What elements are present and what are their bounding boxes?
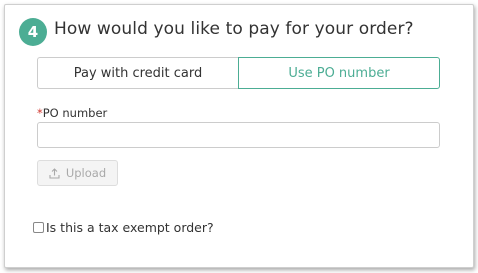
use-po-number-button[interactable]: Use PO number — [238, 57, 440, 89]
upload-button-label: Upload — [65, 166, 107, 180]
tax-exempt-label[interactable]: Is this a tax exempt order? — [46, 220, 214, 235]
upload-icon — [49, 167, 60, 179]
step-number-badge: 4 — [19, 18, 47, 46]
pay-with-credit-card-button[interactable]: Pay with credit card — [37, 57, 238, 89]
payment-card: 4 How would you like to pay for your ord… — [4, 4, 474, 268]
po-number-input[interactable] — [37, 122, 440, 148]
po-number-label-text: PO number — [42, 106, 108, 120]
tax-exempt-checkbox[interactable] — [33, 222, 44, 233]
step-title: How would you like to pay for your order… — [54, 19, 414, 39]
tax-exempt-row: Is this a tax exempt order? — [33, 220, 214, 235]
payment-method-toggle: Pay with credit card Use PO number — [37, 57, 440, 89]
po-number-label: *PO number — [37, 106, 107, 120]
upload-button[interactable]: Upload — [37, 160, 118, 186]
